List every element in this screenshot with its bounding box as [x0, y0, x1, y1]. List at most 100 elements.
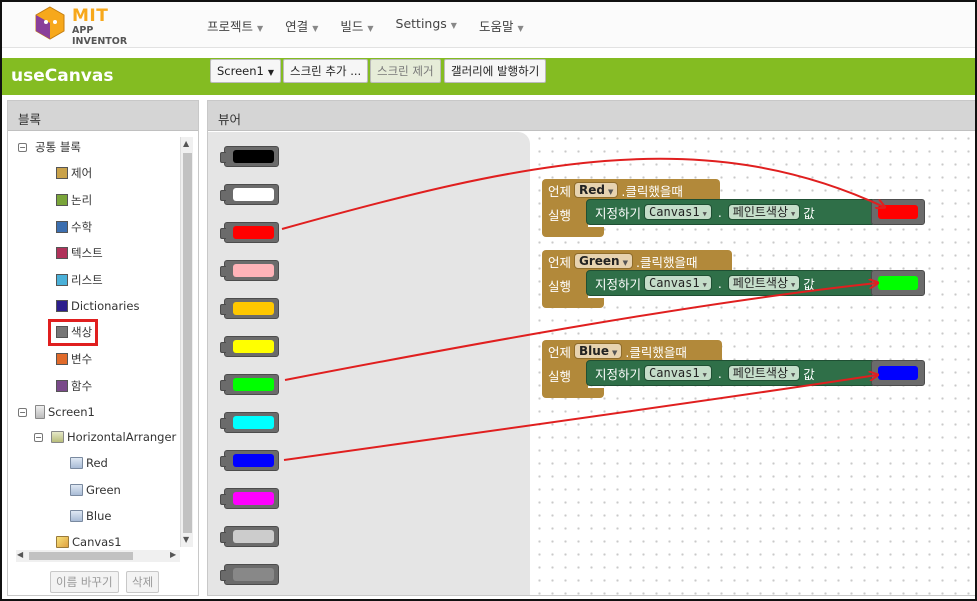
color-block[interactable] [220, 488, 279, 509]
variables-swatch-icon [56, 353, 68, 365]
tree-screen[interactable]: − Screen1 [18, 402, 95, 422]
tree-item-label: Red [86, 456, 108, 470]
tree-item-procedures[interactable]: 함수 [56, 376, 92, 396]
chevron-down-icon: ▼ [702, 371, 707, 379]
button-icon [70, 484, 83, 496]
color-block[interactable] [220, 298, 279, 319]
blocks-vertical-scrollbar[interactable]: ▲ ▼ [180, 137, 193, 547]
scroll-left-icon[interactable]: ◀ [17, 550, 23, 559]
math-swatch-icon [56, 221, 68, 233]
color-block[interactable] [220, 526, 279, 547]
event-footer [542, 298, 604, 308]
color-block[interactable] [220, 564, 279, 585]
set-property-block[interactable]: 지정하기 Canvas1 ▼. 페인트색상 ▼ 값 [586, 270, 876, 296]
color-block[interactable] [220, 222, 279, 243]
chevron-down-icon: ▼ [791, 371, 796, 379]
color-value-block[interactable] [871, 199, 925, 225]
blocks-horizontal-scrollbar[interactable]: ◀ ▶ [16, 550, 180, 562]
publish-gallery-button[interactable]: 갤러리에 발행하기 [444, 59, 547, 83]
event-block-red[interactable]: 언제 Red ▼ .클릭했을때 실행 지정하기 Canvas1 ▼. 페인트색상 ▼ 값 [542, 179, 925, 239]
canvas-icon [56, 536, 69, 548]
tree-item-label: 변수 [71, 352, 93, 366]
tree-item-lists[interactable]: 리스트 [56, 270, 103, 290]
menu-project[interactable]: 프로젝트 ▼ [207, 16, 263, 35]
color-swatch [233, 302, 274, 315]
tree-item-dictionaries[interactable]: Dictionaries [56, 296, 139, 316]
property-dropdown[interactable]: 페인트색상 ▼ [727, 365, 801, 381]
add-screen-button[interactable]: 스크린 추가 ... [283, 59, 369, 83]
property-dropdown[interactable]: 페인트색상 ▼ [727, 204, 801, 220]
remove-screen-button[interactable]: 스크린 제거 [370, 59, 441, 83]
tree-button-red[interactable]: Red [70, 453, 108, 473]
set-label: 지정하기 [595, 276, 642, 292]
tree-item-logic[interactable]: 논리 [56, 190, 92, 210]
menu-settings[interactable]: Settings ▼ [396, 16, 457, 35]
component-dropdown[interactable]: Red ▼ [574, 182, 619, 198]
set-property-block[interactable]: 지정하기 Canvas1 ▼. 페인트색상 ▼ 값 [586, 199, 876, 225]
target-dropdown[interactable]: Canvas1 ▼ [644, 275, 712, 291]
color-block[interactable] [220, 184, 279, 205]
horizontal-scroll-thumb[interactable] [29, 552, 133, 560]
event-block-green[interactable]: 언제 Green ▼ .클릭했을때 실행 지정하기 Canvas1 ▼. 페인트색상 ▼ 값 [542, 250, 925, 310]
color-value-block[interactable] [871, 270, 925, 296]
chevron-down-icon: ▼ [367, 24, 374, 33]
blocks-workspace[interactable]: 언제 Red ▼ .클릭했을때 실행 지정하기 Canvas1 ▼. 페인트색상 ▼ 값 언제 G… [208, 132, 975, 595]
color-block[interactable] [220, 374, 279, 395]
tree-item-text[interactable]: 텍스트 [56, 243, 103, 263]
menu-help[interactable]: 도움말 ▼ [479, 16, 524, 35]
menu-project-label: 프로젝트 [207, 19, 254, 34]
rename-button[interactable]: 이름 바꾸기 [50, 571, 119, 593]
property-dropdown-label: 페인트색상 [732, 205, 788, 219]
color-block[interactable] [220, 260, 279, 281]
color-block[interactable] [220, 146, 279, 167]
tree-item-variables[interactable]: 변수 [56, 349, 92, 369]
top-navbar: MIT APP INVENTOR 프로젝트 ▼ 연결 ▼ 빌드 ▼ Settings ▼… [2, 2, 975, 48]
color-value-block[interactable] [871, 360, 925, 386]
when-label: 언제 [548, 344, 572, 360]
tree-button-green[interactable]: Green [70, 480, 121, 500]
color-block[interactable] [220, 450, 279, 471]
target-dropdown[interactable]: Canvas1 ▼ [644, 204, 712, 220]
dictionaries-swatch-icon [56, 300, 68, 312]
event-block-blue[interactable]: 언제 Blue ▼ .클릭했을때 실행 지정하기 Canvas1 ▼. 페인트색상 ▼ 값 [542, 340, 925, 400]
to-label: 값 [803, 366, 815, 382]
tree-item-label: Blue [86, 509, 112, 523]
component-dropdown[interactable]: Green ▼ [574, 253, 633, 269]
color-block[interactable] [220, 412, 279, 433]
color-block[interactable] [220, 336, 279, 357]
tree-builtin[interactable]: − 공통 블록 [18, 137, 81, 157]
tree-item-math[interactable]: 수학 [56, 217, 92, 237]
screen-select[interactable]: Screen1 ▼ [210, 59, 282, 83]
event-label: .클릭했을때 [636, 254, 698, 270]
do-label: 실행 [542, 272, 588, 300]
app-inventor-logo[interactable]: MIT APP INVENTOR [30, 4, 150, 47]
target-dropdown[interactable]: Canvas1 ▼ [644, 365, 712, 381]
set-property-block[interactable]: 지정하기 Canvas1 ▼. 페인트색상 ▼ 값 [586, 360, 876, 386]
tree-item-label: 제어 [71, 166, 93, 180]
chevron-down-icon: ▼ [450, 21, 457, 30]
tree-button-blue[interactable]: Blue [70, 506, 111, 526]
do-label: 실행 [542, 362, 588, 390]
collapse-icon[interactable]: − [18, 142, 27, 152]
collapse-icon[interactable]: − [34, 432, 43, 442]
vertical-scroll-thumb[interactable] [183, 153, 192, 533]
color-swatch [878, 366, 918, 380]
when-label: 언제 [548, 254, 572, 270]
delete-button[interactable]: 삭제 [126, 571, 160, 593]
scroll-up-icon[interactable]: ▲ [183, 139, 189, 148]
tree-item-control[interactable]: 제어 [56, 163, 92, 183]
tree-arrangement[interactable]: − HorizontalArranger [34, 427, 176, 447]
menu-build[interactable]: 빌드 ▼ [340, 16, 373, 35]
property-dropdown[interactable]: 페인트색상 ▼ [727, 275, 801, 291]
menu-connect[interactable]: 연결 ▼ [285, 16, 318, 35]
scroll-down-icon[interactable]: ▼ [183, 535, 189, 544]
chevron-down-icon: ▼ [312, 24, 319, 33]
set-label: 지정하기 [595, 205, 642, 221]
procedures-swatch-icon [56, 380, 68, 392]
target-dropdown-label: Canvas1 [649, 205, 700, 219]
logo-subtitle: APP INVENTOR [72, 25, 128, 47]
collapse-icon[interactable]: − [18, 407, 27, 417]
tree-canvas[interactable]: Canvas1 [56, 532, 122, 549]
component-dropdown[interactable]: Blue ▼ [574, 343, 623, 359]
scroll-right-icon[interactable]: ▶ [170, 550, 176, 559]
